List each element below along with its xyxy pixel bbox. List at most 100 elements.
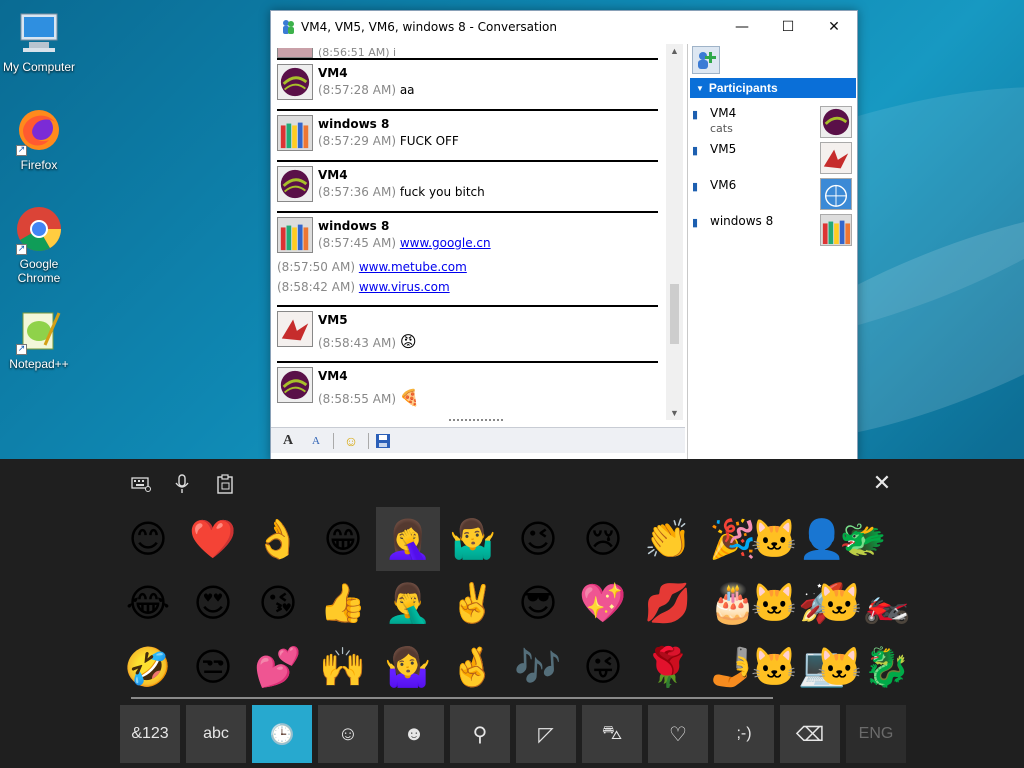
avatar-purple-ball (277, 367, 313, 403)
emoji-key[interactable]: 🐱‍🐉 (816, 635, 911, 699)
emoji-key[interactable]: 👍 (311, 571, 375, 635)
conversation-window[interactable]: VM4, VM5, VM6, windows 8 - Conversation … (270, 10, 858, 462)
emoji-key[interactable]: 🤷‍♂️ (441, 507, 505, 571)
emoji-key[interactable]: 🎶 (506, 635, 570, 699)
close-button[interactable]: ✕ (811, 11, 857, 43)
emoji-key[interactable]: 😎 (506, 571, 570, 635)
desktop-icon-my-computer[interactable]: My Computer (0, 8, 78, 74)
celebration-category-key[interactable]: ⚲ (450, 705, 510, 763)
desktop-icon-firefox[interactable]: ↗ Firefox (0, 106, 78, 172)
message-link[interactable]: www.metube.com (359, 260, 467, 274)
transport-category-key[interactable]: ⛍ (582, 705, 642, 763)
emoji-key[interactable]: 👏 (636, 507, 700, 571)
emoji-key[interactable]: 🤦‍♂️ (376, 571, 440, 635)
emoji-key[interactable]: 🌹 (636, 635, 700, 699)
avatar-purple-ball (277, 166, 313, 202)
chat-message-line: (8:57:50 AM) www.metube.com (277, 257, 666, 277)
participant-item[interactable]: ▮ VM5 (692, 142, 852, 176)
clipboard-icon[interactable] (214, 473, 236, 495)
emoji-key[interactable]: 🐲 (831, 507, 895, 571)
message-link[interactable]: www.virus.com (359, 280, 450, 294)
message-text: (8:56:51 AM) i (318, 46, 397, 59)
emoji-key[interactable]: 😜 (571, 635, 635, 699)
message-time: (8:58:55 AM) (318, 392, 396, 406)
emoji-key[interactable]: 😉 (506, 507, 570, 571)
emoji-key[interactable]: 😢 (571, 507, 635, 571)
message-link[interactable]: www.google.cn (400, 236, 491, 250)
keyboard-toolbar: ✕ (0, 459, 1024, 507)
emoji-key[interactable]: 😘 (246, 571, 310, 635)
message-text: FUCK OFF (399, 134, 459, 148)
pane-splitter[interactable] (449, 419, 503, 423)
avatar-crayons (820, 214, 852, 246)
message-time: (8:58:42 AM) (277, 280, 355, 294)
avatar-origami (277, 311, 313, 347)
emoji-key[interactable]: 😂 (116, 571, 180, 635)
recent-icon: 🕒 (269, 723, 295, 746)
emoji-key[interactable]: 😊 (116, 507, 180, 571)
desktop-icon-chrome[interactable]: ↗ Google Chrome (0, 205, 78, 285)
recent-key[interactable]: 🕒 (252, 705, 312, 763)
emoji-key[interactable]: 🤞 (441, 635, 505, 699)
food-category-key[interactable]: ◸ (516, 705, 576, 763)
sender-name: VM4 (318, 168, 348, 182)
microphone-icon[interactable] (171, 473, 193, 495)
emoji-key[interactable]: 👌 (246, 507, 310, 571)
heart-category-key[interactable]: ♡ (648, 705, 708, 763)
emoji-key[interactable]: 💖 (571, 571, 635, 635)
emoji-key[interactable]: ✌️ (441, 571, 505, 635)
avatar-purple-ball (820, 106, 852, 138)
participants-header-label: Participants (708, 81, 778, 95)
toolbar-separator (333, 432, 334, 449)
emoji-scrollbar[interactable] (131, 697, 773, 699)
desktop-icon-notepadpp[interactable]: ↗ Notepad++ (0, 305, 78, 371)
participant-item[interactable]: ▮ VM6 (692, 178, 852, 212)
participant-item[interactable]: ▮ windows 8 (692, 214, 852, 248)
emoji-key[interactable]: 🐱‍👤 (751, 507, 846, 571)
shortcut-arrow-icon: ↗ (16, 344, 27, 355)
emoji-key[interactable]: 💕 (246, 635, 310, 699)
avatar (277, 48, 313, 58)
key-0[interactable]: &123 (120, 705, 180, 763)
desktop-icon-label: My Computer (2, 60, 76, 74)
participants-header[interactable]: ▼ Participants (690, 78, 856, 98)
smiley-category-icon: ☺ (337, 722, 359, 745)
minimize-button[interactable]: — (719, 11, 765, 43)
scroll-up-icon[interactable]: ▲ (666, 46, 683, 56)
emoji-key[interactable]: 😒 (181, 635, 245, 699)
emoji-key[interactable]: 😍 (181, 571, 245, 635)
backspace-key[interactable]: ⌫ (780, 705, 840, 763)
key-9[interactable]: ;-) (714, 705, 774, 763)
maximize-button[interactable]: ☐ (765, 11, 811, 43)
keyboard-settings-icon[interactable] (130, 473, 152, 495)
emoji-key[interactable]: 🤣 (116, 635, 180, 699)
emoji-key[interactable]: ❤️ (181, 507, 245, 571)
emoji-key[interactable]: 🐱‍🏍 (816, 571, 911, 635)
avatar-origami (820, 142, 852, 174)
keyboard-close-button[interactable]: ✕ (869, 471, 895, 497)
scrollbar-thumb[interactable] (670, 284, 679, 344)
save-icon[interactable] (375, 433, 391, 449)
people-category-key[interactable]: ☻ (384, 705, 444, 763)
text-color-icon[interactable]: A (305, 435, 327, 447)
heart-category-icon: ♡ (669, 723, 687, 746)
emoji-key[interactable]: 🤦‍♀️ (376, 507, 440, 571)
participant-item[interactable]: ▮ VM4 cats (692, 106, 852, 140)
font-icon[interactable]: A (277, 433, 299, 449)
emoji-key[interactable]: 💋 (636, 571, 700, 635)
notepadpp-icon: ↗ (15, 305, 63, 355)
chat-history[interactable]: (8:56:51 AM) i VM4 (8:57:28 AM) aa windo… (275, 44, 666, 419)
participant-name: VM6 (710, 178, 737, 192)
sender-name: windows 8 (318, 219, 390, 233)
emoji-key[interactable]: 🤷‍♀️ (376, 635, 440, 699)
chat-scrollbar[interactable]: ▲ ▼ (666, 44, 683, 420)
message-time: (8:57:29 AM) (318, 134, 396, 148)
smiley-category-key[interactable]: ☺ (318, 705, 378, 763)
key-1[interactable]: abc (186, 705, 246, 763)
window-titlebar[interactable]: VM4, VM5, VM6, windows 8 - Conversation … (271, 11, 857, 43)
emoji-key[interactable]: 😁 (311, 507, 375, 571)
scroll-down-icon[interactable]: ▼ (666, 408, 683, 418)
add-participant-button[interactable] (692, 46, 720, 74)
emoji-key[interactable]: 🙌 (311, 635, 375, 699)
emoticon-icon[interactable]: ☺ (340, 433, 362, 449)
